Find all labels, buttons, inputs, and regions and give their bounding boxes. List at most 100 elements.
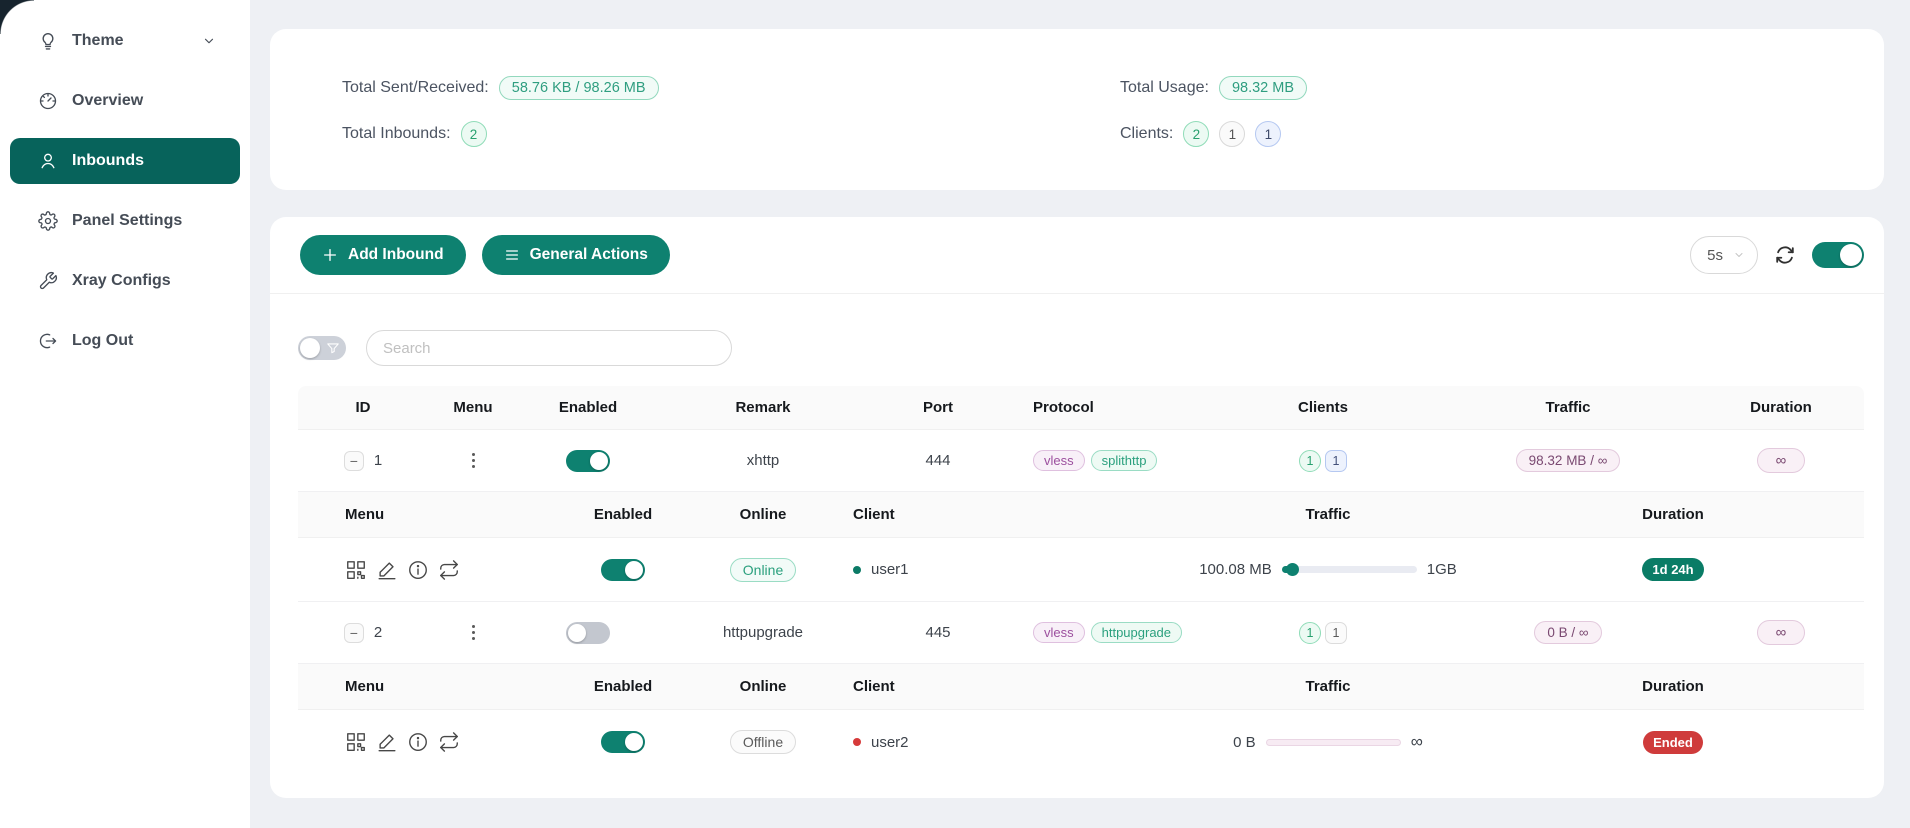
inbound-port: 444 xyxy=(868,452,1008,469)
client-row: Offline user2 0 B ∞ Ended xyxy=(298,710,1864,774)
sidebar-item-log-out[interactable]: Log Out xyxy=(10,318,240,364)
general-actions-label: General Actions xyxy=(530,246,648,264)
logout-icon xyxy=(38,331,58,351)
repeat-icon[interactable] xyxy=(438,559,460,581)
stats-card: Total Sent/Received: 58.76 KB / 98.26 MB… xyxy=(270,29,1884,190)
inbound-port: 445 xyxy=(868,624,1008,641)
sidebar-item-inbounds[interactable]: Inbounds xyxy=(10,138,240,184)
inbound-traffic: 98.32 MB / ∞ xyxy=(1516,449,1621,472)
sub-header-client: Client xyxy=(828,678,1068,695)
stats-right-column: Total Usage: 98.32 MB Clients: 2 1 1 xyxy=(1120,73,1307,165)
sidebar-item-panel-settings[interactable]: Panel Settings xyxy=(10,198,240,244)
header-id: ID xyxy=(298,399,428,416)
sidebar-item-label: Theme xyxy=(72,32,124,50)
sidebar-item-xray-configs[interactable]: Xray Configs xyxy=(10,258,240,304)
table-row: − 1 xhttp 444 vless splithttp 1 1 xyxy=(298,430,1864,492)
refresh-button[interactable] xyxy=(1774,244,1796,266)
sub-header-duration: Duration xyxy=(1588,678,1758,695)
dashboard-icon xyxy=(38,91,58,111)
row-menu-button[interactable] xyxy=(468,621,479,644)
sidebar-item-label: Overview xyxy=(72,92,143,110)
inbounds-panel: Add Inbound General Actions 5s xyxy=(270,217,1884,798)
total-sent-received-value: 58.76 KB / 98.26 MB xyxy=(499,76,659,100)
sidebar-item-label: Xray Configs xyxy=(72,272,171,290)
toolbar-right: 5s xyxy=(1690,236,1864,274)
sub-header-duration: Duration xyxy=(1588,506,1758,523)
client-enabled-toggle[interactable] xyxy=(601,559,645,581)
search-input[interactable] xyxy=(366,330,732,366)
client-count-badge: 1 xyxy=(1325,622,1347,644)
total-usage-label: Total Usage: xyxy=(1120,79,1209,97)
client-status-dot xyxy=(853,738,861,746)
total-usage-row: Total Usage: 98.32 MB xyxy=(1120,73,1307,103)
table-header-row: ID Menu Enabled Remark Port Protocol Cli… xyxy=(298,386,1864,430)
client-duration-badge: Ended xyxy=(1643,731,1703,754)
clients-label: Clients: xyxy=(1120,125,1173,143)
header-clients: Clients xyxy=(1208,399,1438,416)
menu-lines-icon xyxy=(504,247,520,263)
traffic-used: 100.08 MB xyxy=(1199,561,1272,578)
row-menu-button[interactable] xyxy=(468,449,479,472)
filter-toggle[interactable] xyxy=(298,336,346,360)
sub-header-online: Online xyxy=(698,506,828,523)
qrcode-icon[interactable] xyxy=(345,731,367,753)
collapse-row-button[interactable]: − xyxy=(344,451,364,471)
funnel-icon xyxy=(326,341,340,355)
sub-header-online: Online xyxy=(698,678,828,695)
edit-icon[interactable] xyxy=(376,731,398,753)
sub-header-traffic: Traffic xyxy=(1068,506,1588,523)
sidebar: Theme Overview Inbounds Panel Settings X… xyxy=(0,0,250,828)
inbound-enabled-toggle[interactable] xyxy=(566,450,610,472)
client-count-badge: 1 xyxy=(1299,622,1321,644)
client-name: user1 xyxy=(871,561,909,578)
sub-header-traffic: Traffic xyxy=(1068,678,1588,695)
client-table-header: Menu Enabled Online Client Traffic Durat… xyxy=(298,492,1864,538)
info-icon[interactable] xyxy=(407,559,429,581)
inbound-id: 1 xyxy=(374,452,382,469)
general-actions-button[interactable]: General Actions xyxy=(482,235,670,275)
refresh-interval-value: 5s xyxy=(1707,247,1723,264)
total-inbounds-value: 2 xyxy=(461,121,487,147)
sub-header-menu: Menu xyxy=(298,506,548,523)
add-inbound-label: Add Inbound xyxy=(348,246,444,264)
transport-tag: httpupgrade xyxy=(1091,622,1182,643)
bulb-icon xyxy=(38,31,58,51)
total-sent-received-label: Total Sent/Received: xyxy=(342,79,489,97)
inbound-remark: xhttp xyxy=(658,452,868,469)
sidebar-item-overview[interactable]: Overview xyxy=(10,78,240,124)
sidebar-item-label: Inbounds xyxy=(72,152,144,170)
protocol-tag: vless xyxy=(1033,450,1085,471)
table-row: − 2 httpupgrade 445 vless httpupgrade 1 xyxy=(298,602,1864,664)
edit-icon[interactable] xyxy=(376,559,398,581)
inbounds-table: ID Menu Enabled Remark Port Protocol Cli… xyxy=(298,386,1864,774)
traffic-used: 0 B xyxy=(1233,734,1256,751)
client-status-dot xyxy=(853,566,861,574)
header-enabled: Enabled xyxy=(518,399,658,416)
plus-icon xyxy=(322,247,338,263)
total-inbounds-row: Total Inbounds: 2 xyxy=(342,119,659,149)
collapse-row-button[interactable]: − xyxy=(344,623,364,643)
inbound-enabled-toggle[interactable] xyxy=(566,622,610,644)
inbound-remark: httpupgrade xyxy=(658,624,868,641)
sub-header-enabled: Enabled xyxy=(548,678,698,695)
refresh-icon xyxy=(1774,244,1796,266)
total-sent-received-row: Total Sent/Received: 58.76 KB / 98.26 MB xyxy=(342,73,659,103)
repeat-icon[interactable] xyxy=(438,731,460,753)
sidebar-item-theme[interactable]: Theme xyxy=(10,18,240,64)
client-count-badge: 1 xyxy=(1299,450,1321,472)
info-icon[interactable] xyxy=(407,731,429,753)
inbound-id: 2 xyxy=(374,624,382,641)
auto-refresh-toggle[interactable] xyxy=(1812,242,1864,268)
transport-tag: splithttp xyxy=(1091,450,1158,471)
client-duration-badge: 1d 24h xyxy=(1642,558,1703,581)
inbound-traffic: 0 B / ∞ xyxy=(1534,621,1601,644)
sidebar-item-label: Log Out xyxy=(72,332,133,350)
window-corner-decoration xyxy=(0,0,34,34)
add-inbound-button[interactable]: Add Inbound xyxy=(300,235,466,275)
qrcode-icon[interactable] xyxy=(345,559,367,581)
client-enabled-toggle[interactable] xyxy=(601,731,645,753)
traffic-progress-bar xyxy=(1282,566,1417,573)
sub-header-enabled: Enabled xyxy=(548,506,698,523)
refresh-interval-select[interactable]: 5s xyxy=(1690,236,1758,274)
header-menu: Menu xyxy=(428,399,518,416)
